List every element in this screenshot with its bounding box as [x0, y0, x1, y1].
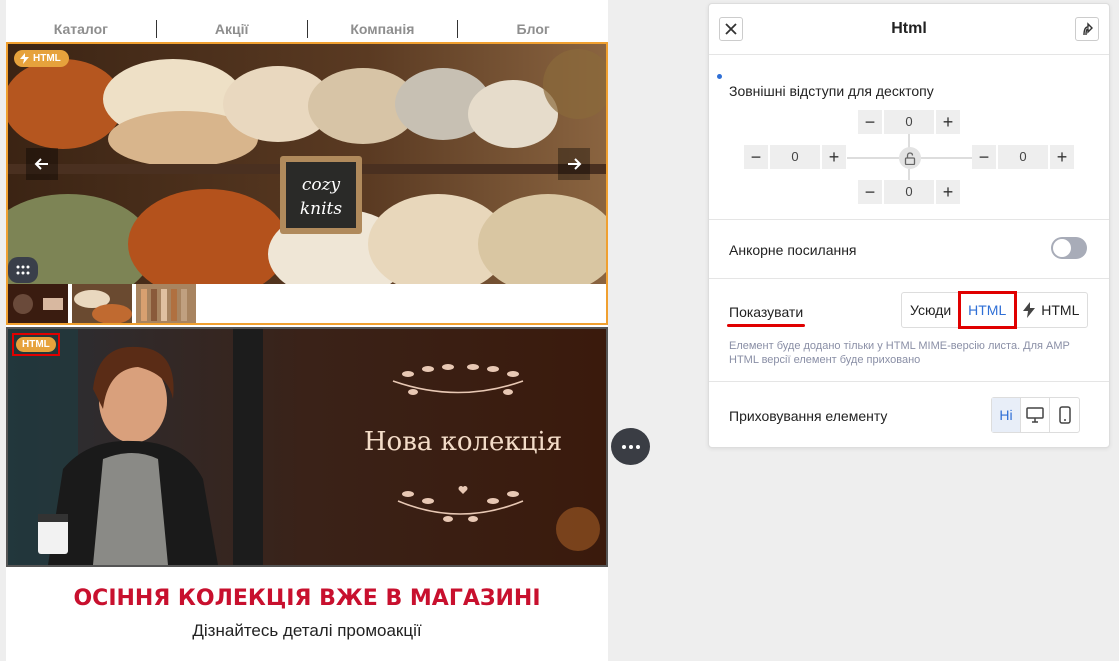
- mobile-icon: [1058, 406, 1071, 424]
- margin-top-value[interactable]: 0: [884, 110, 934, 134]
- nav-link-promotions[interactable]: Акції: [157, 14, 307, 44]
- show-label-underline-highlight: [727, 324, 805, 327]
- more-dots-icon: [621, 444, 640, 449]
- email-canvas: Каталог Акції Компанія Блог cozy knits H…: [6, 0, 608, 661]
- margin-bottom-stepper: − 0 +: [858, 180, 960, 204]
- show-in-section: Показувати Усюди HTML HTML Елемент буде …: [709, 280, 1109, 382]
- html-settings-panel: Html Зовнішні відступи для десктопу − 0 …: [708, 3, 1110, 448]
- margin-right-value[interactable]: 0: [998, 145, 1048, 169]
- connector-line: [921, 157, 972, 159]
- move-up-button[interactable]: [1075, 17, 1099, 41]
- hide-none-option[interactable]: Ні: [992, 398, 1021, 432]
- margin-top-stepper: − 0 +: [858, 110, 960, 134]
- arrow-left-icon: [34, 158, 48, 170]
- sign-text-line1: cozy: [302, 175, 341, 195]
- arrow-up-turn-icon: [1083, 22, 1093, 36]
- html-banner-block[interactable]: Нова колекція HTML: [6, 327, 608, 567]
- amp-html-option-label: HTML: [1041, 302, 1080, 318]
- margin-right-stepper: − 0 +: [972, 145, 1074, 169]
- show-html-option[interactable]: HTML: [958, 291, 1018, 329]
- hide-on-desktop-option[interactable]: [1021, 398, 1050, 432]
- hide-element-segmented-control: Ні: [991, 397, 1080, 433]
- block-drag-handle[interactable]: [8, 257, 38, 283]
- slider-thumbnails: [8, 284, 196, 325]
- minus-button[interactable]: −: [744, 145, 768, 169]
- connector-line: [908, 134, 910, 148]
- nav-link-blog[interactable]: Блог: [458, 14, 608, 44]
- slider-thumbnail[interactable]: [136, 284, 196, 325]
- minus-button[interactable]: −: [858, 180, 882, 204]
- anchor-link-section: Анкорне посилання: [709, 220, 1109, 279]
- html-badge-highlighted: HTML: [12, 333, 60, 356]
- hide-element-section: Приховування елементу Ні: [709, 382, 1109, 446]
- margin-bottom-value[interactable]: 0: [884, 180, 934, 204]
- show-in-hint: Елемент буде додано тільки у HTML MIME-в…: [729, 340, 1070, 366]
- plus-button[interactable]: +: [822, 145, 846, 169]
- hide-element-label: Приховування елементу: [729, 408, 888, 424]
- email-headline: ОСІННЯ КОЛЕКЦІЯ ВЖЕ В МАГАЗИНІ: [73, 586, 541, 611]
- lightning-icon: [20, 53, 29, 64]
- slider-thumbnail[interactable]: [8, 284, 68, 325]
- arrow-right-icon: [568, 158, 582, 170]
- margin-left-value[interactable]: 0: [770, 145, 820, 169]
- anchor-link-label: Анкорне посилання: [729, 242, 857, 258]
- slider-prev-button[interactable]: [26, 148, 58, 180]
- amp-html-badge-label: HTML: [33, 53, 61, 64]
- amp-html-badge: HTML: [14, 50, 69, 67]
- anchor-link-toggle[interactable]: [1051, 237, 1087, 259]
- minus-button[interactable]: −: [858, 110, 882, 134]
- show-in-label: Показувати: [729, 304, 804, 320]
- sign-text-line2: knits: [300, 199, 343, 219]
- sweaters-slide-image: cozy knits: [8, 44, 606, 284]
- nav-link-company[interactable]: Компанія: [308, 14, 458, 44]
- banner-title: Нова колекція: [363, 427, 563, 457]
- plus-button[interactable]: +: [1050, 145, 1074, 169]
- html-badge-label: HTML: [16, 337, 56, 352]
- margins-section: Зовнішні відступи для десктопу − 0 + − 0…: [709, 56, 1109, 220]
- margin-left-stepper: − 0 +: [744, 145, 846, 169]
- email-subheadline: Дізнайтесь деталі промоакції: [192, 621, 422, 640]
- hide-on-mobile-option[interactable]: [1050, 398, 1079, 432]
- grip-dots-icon: [16, 265, 30, 275]
- nav-link-catalog[interactable]: Каталог: [6, 14, 156, 44]
- plus-button[interactable]: +: [936, 180, 960, 204]
- lock-margins-button[interactable]: [899, 147, 921, 169]
- connector-line: [847, 157, 899, 159]
- desktop-icon: [1026, 407, 1044, 423]
- show-amp-html-option[interactable]: HTML: [1015, 293, 1087, 327]
- margins-label: Зовнішні відступи для десктопу: [729, 83, 934, 99]
- show-everywhere-option[interactable]: Усюди: [902, 293, 961, 327]
- panel-title: Html: [891, 20, 927, 37]
- email-top-nav: Каталог Акції Компанія Блог: [6, 14, 608, 44]
- unlock-icon: [904, 151, 916, 165]
- slider-next-button[interactable]: [558, 148, 590, 180]
- plus-button[interactable]: +: [936, 110, 960, 134]
- panel-header: Html: [709, 4, 1109, 55]
- slider-thumbnail[interactable]: [72, 284, 132, 325]
- more-options-button[interactable]: [611, 428, 650, 465]
- show-in-segmented-control: Усюди HTML HTML: [901, 291, 1089, 329]
- minus-button[interactable]: −: [972, 145, 996, 169]
- lightning-icon: [1023, 302, 1036, 318]
- image-slider-block[interactable]: cozy knits HTML: [6, 42, 608, 325]
- changed-indicator-dot: [717, 74, 722, 79]
